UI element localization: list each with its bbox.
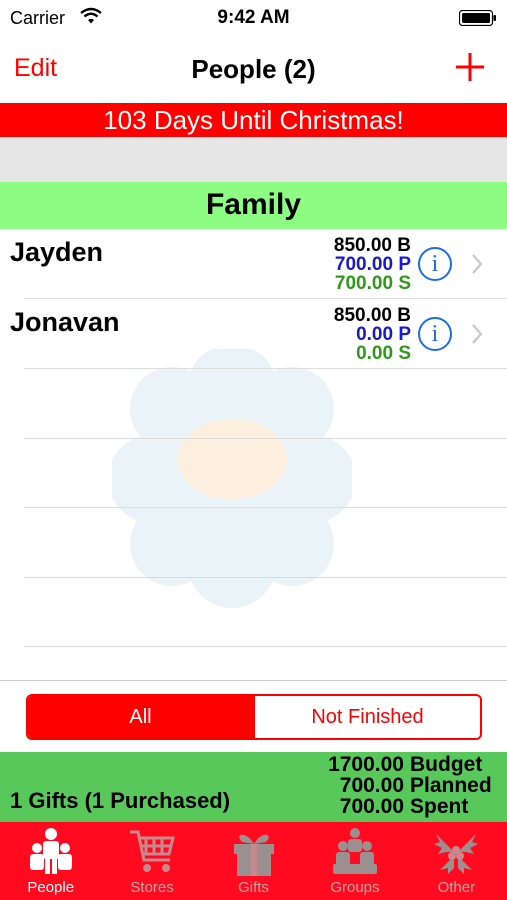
- segment-all[interactable]: All: [28, 696, 253, 738]
- tab-label: Other: [437, 879, 476, 896]
- tab-stores[interactable]: Stores: [101, 822, 202, 900]
- total-spent: 700.00 Spent: [300, 795, 469, 819]
- cart-icon: [130, 830, 176, 872]
- spent-amount: 0.00 S: [356, 343, 411, 364]
- total-spent-label: Spent: [410, 795, 469, 818]
- person-name: Jayden: [10, 237, 104, 267]
- search-spacer: [0, 137, 507, 182]
- tab-gifts[interactable]: Gifts: [203, 822, 304, 900]
- add-person-button[interactable]: [455, 52, 485, 82]
- chevron-right-icon: [472, 324, 483, 344]
- navigation-bar: Edit People (2): [0, 36, 507, 102]
- row-separator: [24, 438, 507, 439]
- total-spent-value: 700.00: [339, 795, 404, 818]
- santa-watermark-icon: [112, 349, 352, 608]
- row-separator: [24, 646, 507, 647]
- section-header-family: Family: [0, 182, 507, 229]
- person-name: Jonavan: [10, 307, 120, 337]
- plus-icon: [456, 53, 484, 81]
- totals-summary: 1 Gifts (1 Purchased) 1700.00 Budget 700.…: [0, 752, 507, 822]
- people-list[interactable]: Jayden 850.00 B 700.00 P 700.00 S i Jona…: [0, 229, 507, 679]
- tab-bar: People Stores Gifts Groups Other: [0, 822, 507, 900]
- info-icon[interactable]: i: [418, 247, 452, 281]
- tab-other[interactable]: Other: [406, 822, 507, 900]
- row-separator: [24, 577, 507, 578]
- countdown-banner: 103 Days Until Christmas!: [0, 103, 507, 137]
- list-item[interactable]: Jonavan 850.00 B 0.00 P 0.00 S i: [0, 299, 507, 369]
- chevron-right-icon: [472, 254, 483, 274]
- gifts-count: 1 Gifts (1 Purchased): [10, 788, 231, 813]
- info-icon[interactable]: i: [418, 317, 452, 351]
- filter-segmented-control[interactable]: All Not Finished: [26, 694, 482, 740]
- status-bar: Carrier 9:42 AM: [0, 0, 507, 36]
- tab-label: Stores: [130, 879, 174, 896]
- battery-icon: [459, 10, 496, 26]
- people-icon: [29, 828, 72, 874]
- page-title: People (2): [191, 54, 316, 84]
- status-time: 9:42 AM: [217, 7, 290, 28]
- tab-label: People: [27, 879, 75, 896]
- tab-label: Gifts: [238, 879, 269, 896]
- row-separator: [24, 507, 507, 508]
- filter-bar: All Not Finished: [0, 680, 507, 752]
- groups-icon: [332, 828, 377, 874]
- list-item[interactable]: Jayden 850.00 B 700.00 P 700.00 S i: [0, 229, 507, 299]
- holly-icon: [434, 834, 479, 874]
- spent-amount: 700.00 S: [334, 273, 411, 294]
- row-separator: [24, 368, 507, 369]
- gift-icon: [233, 834, 274, 876]
- tab-label: Groups: [330, 879, 380, 896]
- segment-not-finished[interactable]: Not Finished: [253, 696, 480, 738]
- tab-groups[interactable]: Groups: [304, 822, 405, 900]
- tab-people[interactable]: People: [0, 822, 101, 900]
